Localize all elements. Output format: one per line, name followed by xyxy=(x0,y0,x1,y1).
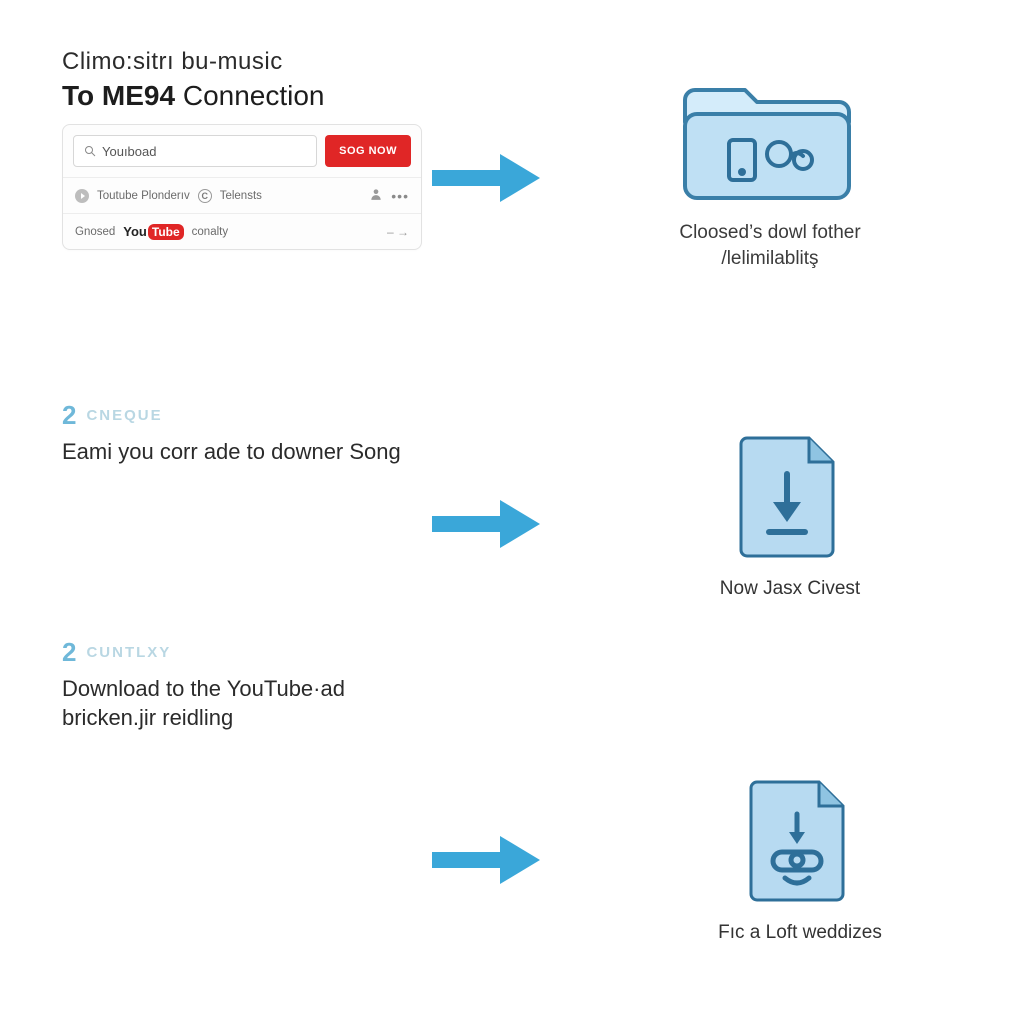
search-submit-button[interactable]: SOG NOW xyxy=(325,135,411,167)
step-3-number: 2 xyxy=(62,637,76,668)
youtube-logo: You Tube xyxy=(123,224,183,240)
search-card: Youıboad SOG NOW Toutube Plonderıv C Tel… xyxy=(62,124,422,250)
search-input[interactable]: Youıboad xyxy=(73,135,317,167)
small-arrow-icon: – → xyxy=(387,225,409,239)
file-download-icon xyxy=(735,432,845,562)
card-meta-left: Toutube Plonderıv C Telensts xyxy=(75,189,361,203)
card-source-left: Gnosed You Tube conalty xyxy=(75,224,379,240)
step-3-desc: Download to the YouTube·ad bricken.jir r… xyxy=(62,674,442,733)
folder-block: Cloosed’s dowl fother /lelimilablitş xyxy=(640,66,900,271)
step-2-number: 2 xyxy=(62,400,76,431)
file-link-icon xyxy=(745,776,855,906)
step-2-label: 2 CNEQUE xyxy=(62,400,976,431)
youtube-you: You xyxy=(123,224,147,239)
search-row: Youıboad SOG NOW xyxy=(63,125,421,177)
play-icon xyxy=(75,189,89,203)
file-link-block: Fıc a Loft weddizes xyxy=(690,776,910,946)
more-icon[interactable]: ••• xyxy=(391,188,409,204)
c-icon: C xyxy=(198,189,212,203)
heading-strong: To ME94 xyxy=(62,80,175,111)
file2-caption: Fıc a Loft weddizes xyxy=(690,920,910,946)
search-icon xyxy=(84,145,96,157)
search-placeholder: Youıboad xyxy=(102,144,156,159)
meta-text-b: Telensts xyxy=(220,190,262,202)
person-icon xyxy=(369,187,383,204)
youtube-tube: Tube xyxy=(148,224,184,240)
arrow-1-icon xyxy=(432,148,542,208)
folder-icon xyxy=(675,66,865,206)
arrow-2-icon xyxy=(432,494,542,554)
page: Climo:sitrı bu-music To ME94 Connection … xyxy=(0,0,1024,1024)
folder-caption: Cloosed’s dowl fother /lelimilablitş xyxy=(640,220,900,271)
step-2-word: CNEQUE xyxy=(86,407,162,424)
source-suffix: conalty xyxy=(192,226,228,238)
heading-rest: Connection xyxy=(175,80,324,111)
file1-caption: Now Jasx Civest xyxy=(690,576,890,602)
card-meta-row: Toutube Plonderıv C Telensts ••• xyxy=(63,177,421,213)
step-2-desc: Eami you corr ade to downer Song xyxy=(62,437,442,467)
step-3-word: CUNTLXY xyxy=(86,644,171,661)
search-submit-label: SOG NOW xyxy=(339,145,397,157)
source-prefix: Gnosed xyxy=(75,226,115,238)
meta-text-a: Toutube Plonderıv xyxy=(97,190,190,202)
step-3: 2 CUNTLXY Download to the YouTube·ad bri… xyxy=(62,637,976,733)
card-source-row: Gnosed You Tube conalty – → xyxy=(63,213,421,249)
step-3-label: 2 CUNTLXY xyxy=(62,637,976,668)
arrow-3-icon xyxy=(432,830,542,890)
file-download-block: Now Jasx Civest xyxy=(690,432,890,602)
